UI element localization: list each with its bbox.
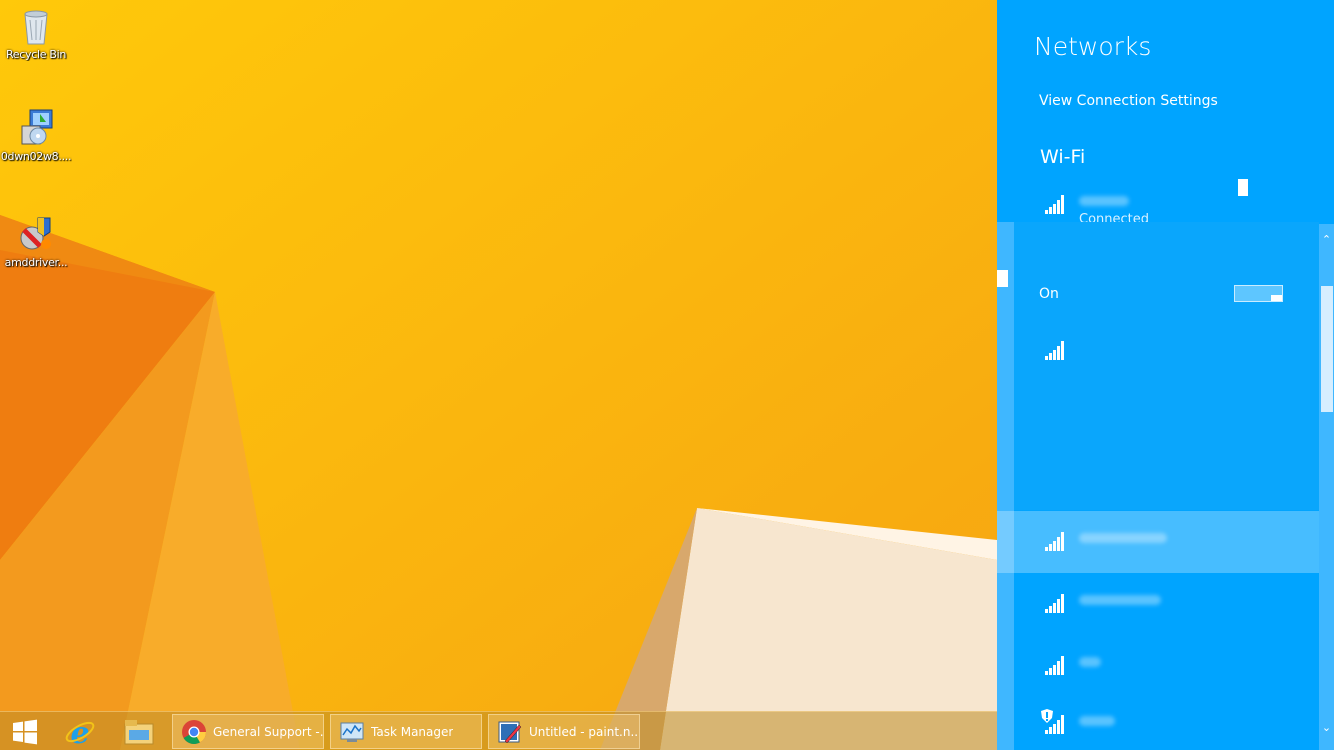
taskbar-task-paint-net[interactable]: Untitled - paint.n...	[488, 714, 640, 749]
paint-net-icon	[498, 721, 522, 743]
wallpaper	[0, 0, 997, 750]
network-list-scrollbar[interactable]: ⌃ ⌄	[1319, 224, 1334, 750]
chrome-icon	[182, 719, 206, 744]
view-connection-settings-link[interactable]: View Connection Settings	[1039, 93, 1218, 109]
desktop-icon-installer[interactable]: 0dwn02w8....	[0, 108, 72, 163]
wifi-signal-icon	[1045, 714, 1069, 734]
recycle-bin-icon	[24, 10, 48, 45]
network-name-redacted	[1079, 595, 1161, 605]
file-explorer-icon	[124, 719, 154, 744]
network-name-redacted	[1079, 196, 1129, 206]
desktop: Recycle Bin 0dwn02w8.... amddriver... e …	[0, 0, 997, 750]
network-name-redacted	[1079, 533, 1167, 543]
desktop-icon-label: amddriver...	[4, 256, 68, 269]
network-item[interactable]	[997, 635, 1334, 697]
wifi-toggle[interactable]	[1234, 285, 1283, 302]
network-item[interactable]	[997, 573, 1334, 635]
installer-icon	[21, 109, 53, 145]
scroll-up-icon[interactable]: ⌃	[1319, 232, 1334, 248]
desktop-icon-label: 0dwn02w8....	[0, 150, 72, 163]
task-label: General Support -...	[213, 724, 323, 739]
toggle-knob	[1271, 295, 1282, 301]
status-marker	[1238, 179, 1248, 196]
svg-text:e: e	[70, 716, 89, 748]
wifi-signal-icon	[1045, 340, 1069, 360]
network-item[interactable]	[997, 511, 1334, 573]
desktop-icon-label: Recycle Bin	[5, 48, 67, 61]
taskbar: e General Support -... Task Manager Unti…	[0, 711, 997, 750]
scroll-down-icon[interactable]: ⌄	[1319, 720, 1334, 736]
wifi-signal-icon	[1045, 531, 1069, 551]
internet-explorer-icon: e	[65, 716, 95, 748]
wifi-signal-icon	[1045, 593, 1069, 613]
network-details-panel	[1014, 222, 1319, 510]
network-item-unsecured[interactable]	[997, 697, 1334, 750]
networks-title: Networks	[1034, 32, 1152, 61]
toggle-label: On	[1039, 286, 1059, 302]
task-manager-icon	[340, 722, 364, 742]
desktop-icon-recycle-bin[interactable]: Recycle Bin	[0, 6, 72, 61]
network-name-redacted	[1079, 716, 1115, 726]
scrollbar-thumb[interactable]	[1321, 286, 1333, 412]
file-explorer-button[interactable]	[114, 712, 164, 750]
windows-start-icon	[13, 719, 37, 744]
focus-marker	[997, 270, 1008, 287]
task-label: Task Manager	[371, 724, 454, 739]
wifi-signal-icon	[1045, 655, 1069, 675]
network-item-connected[interactable]	[997, 179, 1334, 220]
wifi-heading: Wi-Fi	[1040, 146, 1086, 168]
taskbar-task-task-manager[interactable]: Task Manager	[330, 714, 482, 749]
network-name-redacted	[1079, 657, 1101, 667]
networks-charm-panel: Networks View Connection Settings Wi-Fi …	[997, 0, 1334, 750]
task-label: Untitled - paint.n...	[529, 724, 639, 739]
wifi-signal-icon	[1045, 194, 1069, 214]
amd-driver-icon	[20, 217, 51, 250]
internet-explorer-button[interactable]: e	[55, 712, 105, 750]
start-button[interactable]	[0, 712, 50, 750]
network-status: Connected	[1079, 212, 1150, 222]
desktop-icon-amd-driver[interactable]: amddriver...	[0, 214, 72, 269]
taskbar-task-chrome[interactable]: General Support -...	[172, 714, 324, 749]
